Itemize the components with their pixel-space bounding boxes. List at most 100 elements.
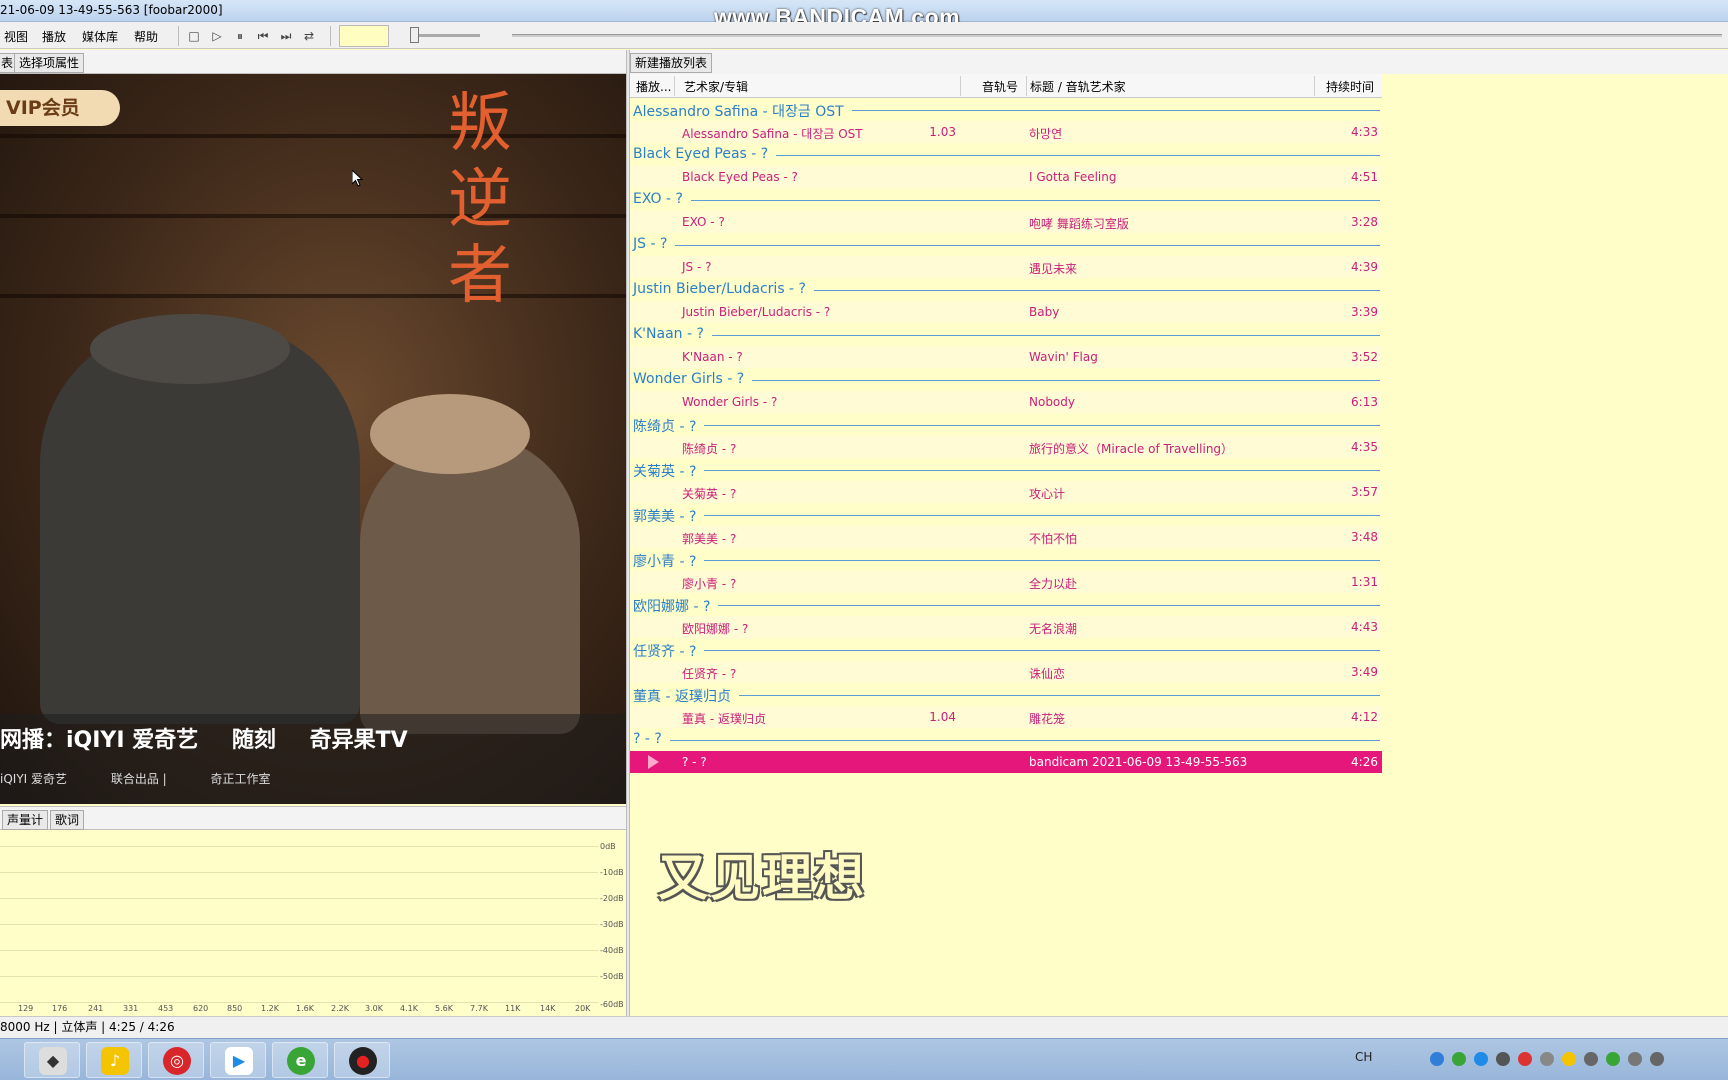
playlist-row[interactable]: Black Eyed Peas - ? I Gotta Feeling 4:51 [630, 165, 1382, 188]
record-icon: ● [349, 1047, 377, 1075]
playlist-row[interactable]: 关菊英 - ? 攻心计 3:57 [630, 480, 1382, 503]
next-icon[interactable]: ⏭ [277, 27, 295, 45]
playlist-group-header[interactable]: K'Naan - ? [630, 323, 1382, 346]
playlist-row[interactable]: 董真 - 返璞归贞 1.04 雕花笼 4:12 [630, 705, 1382, 728]
playlist-group-header[interactable]: ? - ? [630, 728, 1382, 751]
column-separator[interactable] [1026, 76, 1027, 96]
db-label: -60dB [600, 1000, 624, 1009]
playlist-group-header[interactable]: Alessandro Safina - 대장금 OST [630, 98, 1382, 121]
track-duration: 3:52 [1351, 349, 1378, 364]
taskbar-app-youku[interactable]: ▶ [210, 1042, 266, 1078]
tray-language[interactable]: CH [1355, 1050, 1372, 1064]
playlist-row[interactable]: 郭美美 - ? 不怕不怕 3:48 [630, 525, 1382, 548]
playlist-group-header[interactable]: 廖小青 - ? [630, 548, 1382, 571]
column-separator[interactable] [1314, 76, 1315, 96]
freq-label: 850 [227, 1004, 243, 1013]
credit: 联合出品 | [110, 772, 167, 786]
freq-label: 331 [123, 1004, 139, 1013]
tray-app-icon[interactable] [1606, 1052, 1620, 1066]
playlist-row[interactable]: K'Naan - ? Wavin' Flag 3:52 [630, 345, 1382, 368]
tray-app-icon[interactable] [1628, 1052, 1642, 1066]
column-separator[interactable] [960, 76, 961, 96]
browser-icon: e [287, 1047, 315, 1075]
playlist-row[interactable]: 廖小青 - ? 全力以赴 1:31 [630, 570, 1382, 593]
credit: iQIYI 爱奇艺 [0, 772, 68, 786]
play-icon[interactable]: ▷ [208, 27, 226, 45]
pause-icon[interactable]: ⏸ [231, 27, 249, 45]
column-separator[interactable] [674, 76, 675, 96]
track-title: I Gotta Feeling [1029, 169, 1117, 184]
group-divider [633, 200, 1380, 201]
tab-level-meter[interactable]: 声量计 [2, 810, 49, 830]
tray-power-icon[interactable] [1540, 1052, 1554, 1066]
playlist-row[interactable]: Justin Bieber/Ludacris - ? Baby 3:39 [630, 300, 1382, 323]
group-name: Wonder Girls - ? [633, 371, 753, 387]
tray-app-icon[interactable] [1496, 1052, 1510, 1066]
menu-help[interactable]: 帮助 [134, 28, 158, 45]
playlist-row[interactable]: JS - ? 遇见未来 4:39 [630, 255, 1382, 278]
tray-volume-icon[interactable] [1584, 1052, 1598, 1066]
track-duration: 3:48 [1351, 529, 1378, 544]
playlist-group-header[interactable]: 董真 - 返璞归贞 [630, 683, 1382, 706]
taskbar-app-browser[interactable]: e [272, 1042, 328, 1078]
menu-view[interactable]: 视图 [4, 28, 28, 45]
poster-figure-woman [360, 434, 580, 734]
playlist-row[interactable]: EXO - ? 咆哮 舞蹈练习室版 3:28 [630, 210, 1382, 233]
col-playing[interactable]: 播放... [636, 78, 671, 95]
tab-new-playlist[interactable]: 新建播放列表 [630, 53, 713, 73]
credit: 奇正工作室 [210, 772, 271, 786]
tab-lyrics[interactable]: 歌词 [50, 810, 85, 830]
track-duration: 3:57 [1351, 484, 1378, 499]
playlist-group-header[interactable]: Black Eyed Peas - ? [630, 143, 1382, 166]
playlist-group-header[interactable]: 任贤齐 - ? [630, 638, 1382, 661]
taskbar-app-qqmusic[interactable]: ♪ [86, 1042, 142, 1078]
taskbar-app-bandicam[interactable]: ● [334, 1042, 390, 1078]
track-duration: 4:35 [1351, 439, 1378, 454]
playlist-group-header[interactable]: EXO - ? [630, 188, 1382, 211]
playlist-group-header[interactable]: Wonder Girls - ? [630, 368, 1382, 391]
stop-icon[interactable]: □ [185, 27, 203, 45]
poster-hat [90, 314, 290, 384]
taskbar-app-netease[interactable]: ◎ [148, 1042, 204, 1078]
tab-selection-properties[interactable]: 选择项属性 [14, 53, 85, 73]
random-icon[interactable]: ⇄ [300, 27, 318, 45]
volume-slider-track[interactable] [410, 34, 480, 37]
col-title[interactable]: 标题 / 音轨艺术家 [1030, 78, 1126, 95]
playlist-row[interactable]: Wonder Girls - ? Nobody 6:13 [630, 390, 1382, 413]
playlist-group-header[interactable]: 关菊英 - ? [630, 458, 1382, 481]
playlist-row[interactable]: Alessandro Safina - 대장금 OST 1.03 하망연 4:33 [630, 120, 1382, 143]
playlist-row-now-playing[interactable]: ? - ? bandicam 2021-06-09 13-49-55-563 4:2… [630, 750, 1382, 773]
tray-app-icon[interactable] [1474, 1052, 1488, 1066]
playlist-group-header[interactable]: 欧阳娜娜 - ? [630, 593, 1382, 616]
tray-help-icon[interactable] [1430, 1052, 1444, 1066]
tray-speaker-icon[interactable] [1650, 1052, 1664, 1066]
previous-icon[interactable]: ⏮ [254, 27, 272, 45]
group-name: ? - ? [633, 731, 670, 747]
taskbar-app-foobar[interactable]: ◆ [24, 1042, 80, 1078]
playlist-row[interactable]: 陈绮贞 - ? 旅行的意义（Miracle of Travelling） 4:35 [630, 435, 1382, 458]
left-panel-tabs: 表 选择项属性 [0, 50, 628, 74]
menu-library[interactable]: 媒体库 [82, 28, 118, 45]
tray-record-icon[interactable] [1518, 1052, 1532, 1066]
menu-playback[interactable]: 播放 [42, 28, 66, 45]
volume-slider-thumb[interactable] [410, 27, 419, 43]
playlist-row[interactable]: 任贤齐 - ? 诛仙恋 3:49 [630, 660, 1382, 683]
group-divider [633, 650, 1380, 651]
playlist-group-header[interactable]: 陈绮贞 - ? [630, 413, 1382, 436]
playlist-group-header[interactable]: 郭美美 - ? [630, 503, 1382, 526]
track-title: 旅行的意义（Miracle of Travelling） [1029, 441, 1234, 456]
col-track-number[interactable]: 音轨号 [982, 78, 1018, 95]
playlist-group-header[interactable]: JS - ? [630, 233, 1382, 256]
col-artist-album[interactable]: 艺术家/专辑 [684, 78, 748, 95]
seek-bar[interactable] [512, 34, 1722, 37]
playlist-group-header[interactable]: Justin Bieber/Ludacris - ? [630, 278, 1382, 301]
playlist-tabs: 新建播放列表 [630, 50, 1728, 74]
playback-order-box[interactable] [339, 25, 389, 47]
tray-app-icon[interactable] [1562, 1052, 1576, 1066]
freq-label: 1.6K [296, 1004, 314, 1013]
tray-network-icon[interactable] [1452, 1052, 1466, 1066]
col-duration[interactable]: 持续时间 [1326, 78, 1374, 95]
group-divider [633, 335, 1380, 336]
track-artist: Alessandro Safina - 대장금 OST [682, 126, 863, 141]
playlist-row[interactable]: 欧阳娜娜 - ? 无名浪潮 4:43 [630, 615, 1382, 638]
